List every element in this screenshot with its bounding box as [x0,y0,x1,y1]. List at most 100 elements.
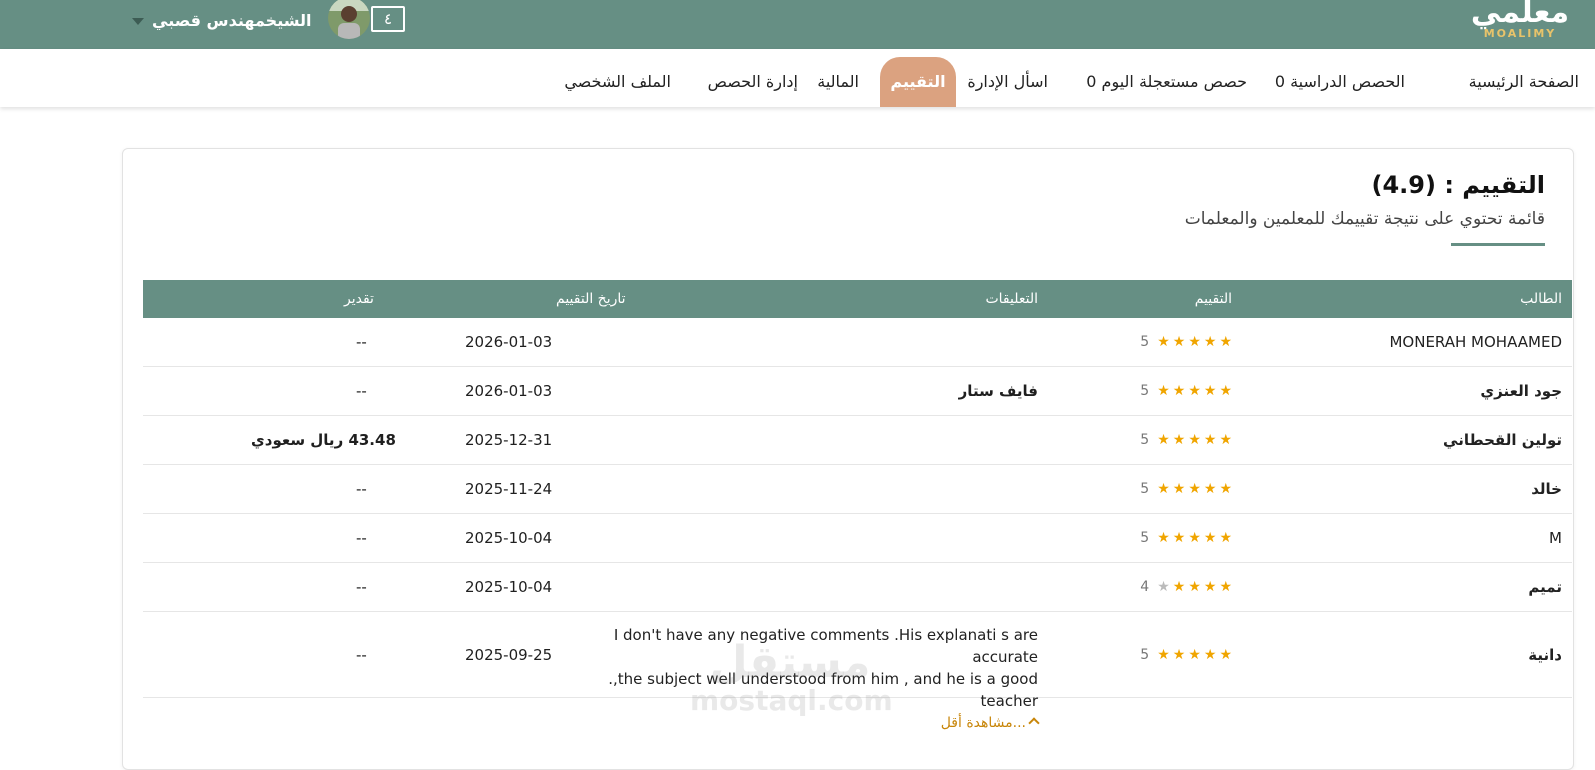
star-icon: ★ [1188,481,1201,497]
rating-date: 2025-11-24 [465,480,553,498]
logo-arabic-text: معلمي [1470,0,1570,30]
rating-value: 4 [1140,579,1150,595]
rating-date: 2025-10-04 [465,578,553,596]
table-row: تولين القحطاني 5 ★ ★ ★ ★ ★ 2025-12-31 43.48 … [143,416,1572,465]
star-icon: ★ [1188,432,1201,448]
star-icon: ★ [1172,481,1186,497]
star-icon: ★ [1157,383,1170,399]
star-icon: ★ [1203,530,1217,546]
star-icon: ★ [1188,579,1201,595]
header-grade: تقدير [344,291,374,307]
table-row: M 5 ★ ★ ★ ★ ★ 2025-10-04 -- [143,514,1572,563]
header-rating: التقييم [1194,291,1232,307]
nav-manage-classes[interactable]: إدارة الحصص [708,57,798,107]
page-title: التقييم : (4.9) [1371,171,1545,199]
star-icon: ★ [1203,481,1217,497]
student-name: جود العنزي [1480,382,1562,400]
rating-value: 5 [1140,646,1150,663]
star-icon: ★ [1188,646,1201,663]
star-icon: ★ [1172,646,1186,663]
grade: -- [356,529,367,547]
nav-urgent-classes[interactable]: حصص مستعجلة اليوم 0 [1086,57,1247,107]
star-icon: ★ [1219,481,1232,497]
grade: -- [356,480,367,498]
grade: 43.48 ريال سعودي [251,431,396,449]
star-icon: ★ [1203,579,1217,595]
student-name: M [1549,529,1562,547]
star-icon: ★ [1203,334,1217,350]
rating-value: 5 [1140,530,1150,546]
student-name: دانية [1528,645,1562,664]
notification-badge[interactable]: ٤ [371,6,405,32]
title-underline [1451,243,1545,246]
nav-home[interactable]: الصفحة الرئيسية [1469,57,1579,107]
table-row: تميم 4 ★ ★ ★ ★ ★ 2025-10-04 -- [143,563,1572,612]
nav-finance[interactable]: المالية [817,57,859,107]
star-icon: ★ [1203,646,1217,663]
rating-stars: 5 ★ ★ ★ ★ ★ [1140,367,1232,415]
nav-rating[interactable]: التقييم [880,57,956,107]
rating-stars: 5 ★ ★ ★ ★ ★ [1140,612,1232,697]
rating-stars: 5 ★ ★ ★ ★ ★ [1140,416,1232,464]
rating-date: 2025-10-04 [465,529,553,547]
header-comments: التعليقات [985,291,1038,307]
star-icon: ★ [1172,334,1186,350]
rating-date: 2025-12-31 [465,431,553,449]
avatar[interactable] [327,0,370,39]
rating-value: 5 [1140,383,1150,399]
top-bar: معلمي MOALIMY ٤ الشيخمهندس قصبي [0,0,1595,49]
student-name: MONERAH MOHAAMED [1389,333,1562,351]
nav-classes[interactable]: الحصص الدراسية 0 [1275,57,1405,107]
star-icon: ★ [1219,646,1232,663]
grade: -- [356,645,367,664]
star-icon: ★ [1188,530,1201,546]
star-icon: ★ [1188,383,1201,399]
star-icon: ★ [1219,579,1232,595]
star-icon: ★ [1219,334,1232,350]
rating-stars: 4 ★ ★ ★ ★ ★ [1140,563,1232,611]
table-row: جود العنزي 5 ★ ★ ★ ★ ★ فايف ستار 2026-01-03 … [143,367,1572,416]
star-icon: ★ [1219,432,1232,448]
rating-date: 2025-09-25 [465,645,553,664]
show-less-link[interactable]: ...مشاهدة أقل [578,712,1040,734]
rating-date: 2026-01-03 [465,382,553,400]
star-icon: ★ [1203,383,1217,399]
app-logo[interactable]: معلمي MOALIMY [1465,0,1575,40]
table-header: الطالب التقييم التعليقات تاريخ التقييم ت… [143,280,1572,318]
star-icon: ★ [1157,481,1170,497]
star-icon: ★ [1203,432,1217,448]
caret-down-icon[interactable] [132,17,144,25]
rating-stars: 5 ★ ★ ★ ★ ★ [1140,514,1232,562]
main-nav: الصفحة الرئيسية الحصص الدراسية 0 حصص مست… [0,49,1595,107]
star-icon: ★ [1172,579,1186,595]
ratings-table: الطالب التقييم التعليقات تاريخ التقييم ت… [143,280,1572,731]
table-row: MONERAH MOHAAMED 5 ★ ★ ★ ★ ★ 2026-01-03 -- [143,318,1572,367]
student-name: تولين القحطاني [1443,431,1562,449]
star-icon: ★ [1172,432,1186,448]
show-less-label: ...مشاهدة أقل [940,715,1026,731]
nav-ask-admin[interactable]: اسأل الإدارة [967,57,1048,107]
star-icon: ★ [1157,334,1170,350]
rating-date: 2026-01-03 [465,333,553,351]
header-date: تاريخ التقييم [556,291,626,307]
star-icon: ★ [1157,646,1170,663]
star-icon: ★ [1157,530,1170,546]
rating-value: 5 [1140,481,1150,497]
table-row: دانية 5 ★ ★ ★ ★ ★ I don't have any negative … [143,612,1572,731]
star-icon: ★ [1219,383,1232,399]
user-menu[interactable]: الشيخمهندس قصبي [132,0,370,40]
star-icon: ★ [1157,432,1170,448]
page-subtitle: قائمة تحتوي على نتيجة تقييمك للمعلمين وا… [1184,209,1545,229]
grade: -- [356,382,367,400]
rating-value: 5 [1140,432,1150,448]
comment: I don't have any negative comments .His … [578,624,1040,734]
grade: -- [356,578,367,596]
star-icon: ★ [1188,334,1201,350]
chevron-up-icon [1028,717,1040,729]
comment-line: I don't have any negative comments .His … [613,626,1038,666]
star-icon: ★ [1172,530,1186,546]
nav-profile[interactable]: الملف الشخصي [564,57,671,107]
user-name[interactable]: الشيخمهندس قصبي [152,11,312,30]
student-name: تميم [1528,578,1562,596]
star-empty-icon: ★ [1157,579,1170,595]
